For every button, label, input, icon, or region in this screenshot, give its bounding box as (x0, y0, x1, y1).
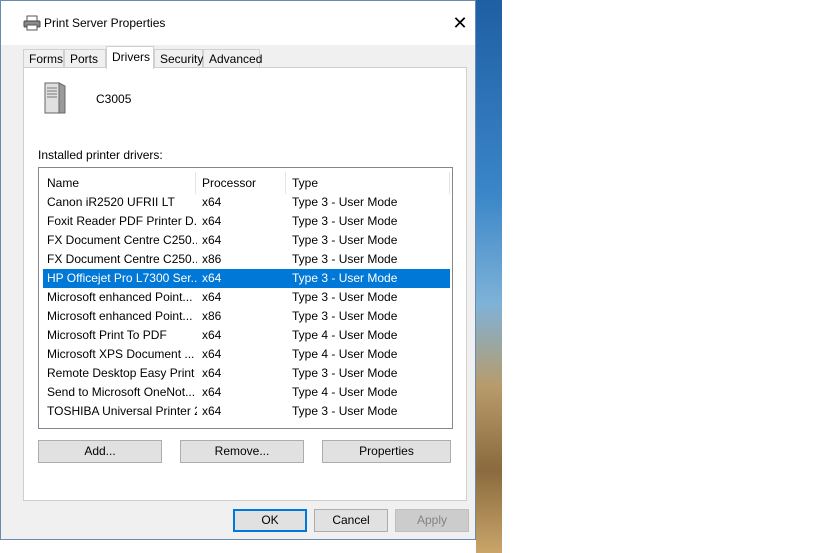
driver-row[interactable]: Microsoft enhanced Point... x64 Type 3 - U… (43, 288, 450, 307)
driver-type-cell: Type 3 - User Mode (292, 252, 398, 266)
driver-name-cell: Remote Desktop Easy Print (47, 366, 195, 380)
server-name: C3005 (96, 92, 132, 106)
driver-type-cell: Type 4 - User Mode (292, 328, 398, 342)
properties-button[interactable]: Properties (322, 440, 451, 463)
blank-area (502, 0, 819, 553)
drivers-tab-panel: C3005 Installed printer drivers: Name Pr… (23, 67, 467, 501)
ok-button[interactable]: OK (233, 509, 307, 532)
driver-processor-cell: x64 (202, 290, 222, 304)
driver-row[interactable]: Canon iR2520 UFRII LT x64 Type 3 - User Mo… (43, 193, 450, 212)
driver-row[interactable]: FX Document Centre C250... x64 Type 3 - Us… (43, 231, 450, 250)
add-button[interactable]: Add... (38, 440, 162, 463)
driver-processor-cell: x86 (202, 309, 222, 323)
driver-type-cell: Type 3 - User Mode (292, 271, 398, 285)
driver-name-cell: FX Document Centre C250... (47, 233, 197, 247)
driver-processor-cell: x86 (202, 252, 222, 266)
printer-icon (23, 15, 41, 31)
driver-type-cell: Type 3 - User Mode (292, 195, 398, 209)
driver-type-cell: Type 4 - User Mode (292, 385, 398, 399)
driver-processor-cell: x64 (202, 366, 222, 380)
driver-type-cell: Type 3 - User Mode (292, 214, 398, 228)
title-bar[interactable]: Print Server Properties ✕ (1, 1, 475, 45)
driver-processor-cell: x64 (202, 233, 222, 247)
apply-button[interactable]: Apply (395, 509, 469, 532)
driver-name-cell: Microsoft enhanced Point... (47, 290, 193, 304)
driver-row[interactable]: Remote Desktop Easy Print x64 Type 3 - Use… (43, 364, 450, 383)
tab-drivers[interactable]: Drivers (106, 46, 154, 69)
tab-security[interactable]: Security (154, 49, 203, 68)
column-header-type[interactable]: Type (286, 172, 450, 194)
driver-processor-cell: x64 (202, 195, 222, 209)
close-icon: ✕ (452, 12, 468, 33)
driver-name-cell: Foxit Reader PDF Printer D... (47, 214, 197, 228)
driver-type-cell: Type 3 - User Mode (292, 309, 398, 323)
column-header-processor[interactable]: Processor (196, 172, 286, 194)
driver-name-cell: TOSHIBA Universal Printer 2 (47, 404, 197, 418)
remove-button[interactable]: Remove... (180, 440, 304, 463)
driver-row[interactable]: TOSHIBA Universal Printer 2 x64 Type 3 - U… (43, 402, 450, 421)
installed-drivers-label: Installed printer drivers: (38, 148, 163, 162)
driver-list[interactable]: Name Processor Type Canon iR2520 UFRII L… (38, 167, 453, 429)
driver-processor-cell: x64 (202, 347, 222, 361)
driver-row[interactable]: FX Document Centre C250... x86 Type 3 - Us… (43, 250, 450, 269)
driver-name-cell: Send to Microsoft OneNot... (47, 385, 196, 399)
driver-row[interactable]: HP Officejet Pro L7300 Ser... x64 Type 3 -… (43, 269, 450, 288)
print-server-properties-dialog: Print Server Properties ✕ Forms Ports Dr… (0, 0, 476, 540)
driver-processor-cell: x64 (202, 328, 222, 342)
driver-name-cell: Microsoft XPS Document ... (47, 347, 195, 361)
driver-type-cell: Type 3 - User Mode (292, 290, 398, 304)
driver-name-cell: Canon iR2520 UFRII LT (47, 195, 175, 209)
driver-name-cell: FX Document Centre C250... (47, 252, 197, 266)
column-header-name[interactable]: Name (41, 172, 196, 194)
driver-row[interactable]: Microsoft XPS Document ... x64 Type 4 - Us… (43, 345, 450, 364)
driver-row[interactable]: Send to Microsoft OneNot... x64 Type 4 - U… (43, 383, 450, 402)
driver-type-cell: Type 4 - User Mode (292, 347, 398, 361)
driver-type-cell: Type 3 - User Mode (292, 233, 398, 247)
driver-row[interactable]: Foxit Reader PDF Printer D... x64 Type 3 -… (43, 212, 450, 231)
driver-row[interactable]: Microsoft enhanced Point... x86 Type 3 - U… (43, 307, 450, 326)
driver-row[interactable]: Microsoft Print To PDF x64 Type 4 - User M… (43, 326, 450, 345)
driver-name-cell: Microsoft Print To PDF (47, 328, 167, 342)
driver-processor-cell: x64 (202, 214, 222, 228)
tab-advanced[interactable]: Advanced (203, 49, 262, 68)
tab-forms[interactable]: Forms (23, 49, 64, 68)
desktop-background (476, 0, 502, 553)
cancel-button[interactable]: Cancel (314, 509, 388, 532)
driver-processor-cell: x64 (202, 385, 222, 399)
server-tower-icon (44, 82, 66, 114)
driver-name-cell: HP Officejet Pro L7300 Ser... (47, 271, 197, 285)
close-button[interactable]: ✕ (445, 9, 475, 37)
driver-type-cell: Type 3 - User Mode (292, 404, 398, 418)
tab-ports[interactable]: Ports (64, 49, 106, 68)
driver-type-cell: Type 3 - User Mode (292, 366, 398, 380)
driver-processor-cell: x64 (202, 404, 222, 418)
driver-processor-cell: x64 (202, 271, 222, 285)
driver-name-cell: Microsoft enhanced Point... (47, 309, 193, 323)
window-title: Print Server Properties (44, 16, 166, 30)
